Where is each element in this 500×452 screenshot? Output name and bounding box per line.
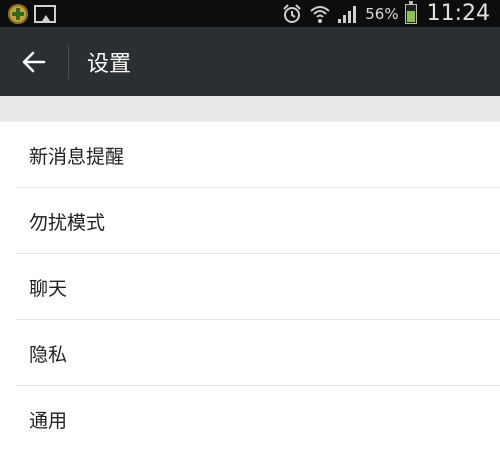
battery-icon — [404, 0, 417, 24]
settings-item-label: 勿扰模式 — [29, 211, 106, 234]
settings-item-label: 新消息提醒 — [29, 145, 125, 168]
battery-level-fill — [406, 11, 415, 22]
settings-list: 新消息提醒 勿扰模式 聊天 隐私 通用 — [0, 122, 500, 452]
action-bar: 设置 — [0, 27, 500, 96]
page-title: 设置 — [87, 51, 132, 77]
settings-item-do-not-disturb[interactable]: 勿扰模式 — [0, 188, 500, 254]
section-gap — [0, 96, 500, 122]
settings-item-label: 通用 — [29, 409, 68, 432]
settings-item-label: 聊天 — [29, 277, 68, 300]
back-button[interactable] — [0, 27, 68, 96]
wifi-icon — [309, 3, 331, 25]
battery-percent: 56% — [365, 4, 399, 23]
signal-icon — [337, 4, 359, 24]
status-bar: 56% 11:24 — [0, 0, 500, 27]
alarm-icon — [281, 3, 303, 25]
clock: 11:24 — [426, 1, 490, 26]
status-bar-system: 56% 11:24 — [281, 0, 490, 27]
gallery-icon — [34, 4, 56, 23]
settings-item-new-message-alerts[interactable]: 新消息提醒 — [0, 122, 500, 188]
app-badge-icon — [8, 3, 28, 24]
settings-item-privacy[interactable]: 隐私 — [0, 320, 500, 386]
arrow-left-icon — [22, 51, 46, 72]
settings-item-chat[interactable]: 聊天 — [0, 254, 500, 320]
settings-item-label: 隐私 — [29, 343, 68, 366]
status-bar-notifications — [8, 3, 56, 24]
settings-item-general[interactable]: 通用 — [0, 386, 500, 452]
action-bar-divider — [68, 44, 69, 79]
